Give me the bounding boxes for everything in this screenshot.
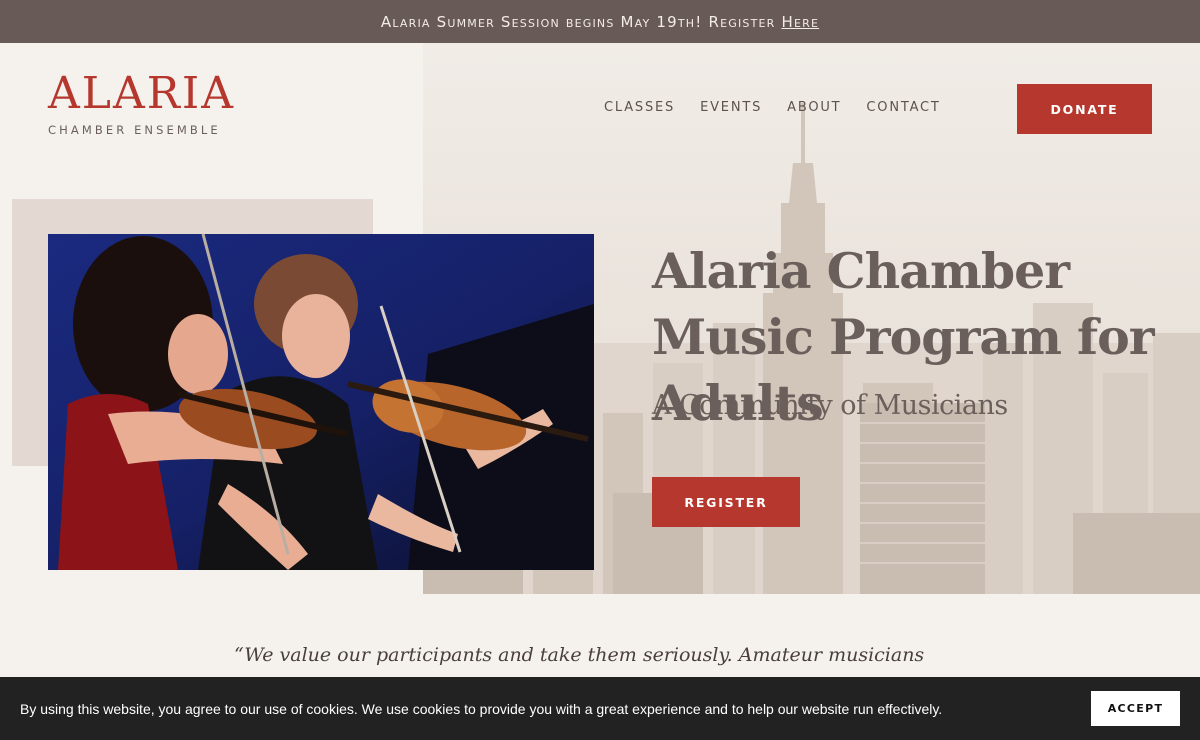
logo-subtitle: CHAMBER ENSEMBLE	[48, 123, 221, 137]
nav-item-contact[interactable]: CONTACT	[866, 100, 940, 115]
cookie-message: By using this website, you agree to our …	[20, 700, 943, 717]
register-button[interactable]: REGISTER	[652, 477, 800, 527]
hero-subtitle: A Community of Musicians	[652, 390, 1008, 421]
nav-item-events[interactable]: EVENTS	[700, 100, 762, 115]
announcement-text: Alaria Summer Session begins May 19th! R…	[380, 12, 776, 31]
cookie-banner: By using this website, you agree to our …	[0, 677, 1200, 740]
nav-item-classes[interactable]: CLASSES	[604, 100, 675, 115]
announcement-register-link[interactable]: Here	[782, 13, 820, 31]
alaria-logo[interactable]: ALARIA CHAMBER ENSEMBLE	[48, 68, 236, 138]
logo-wordmark: ALARIA	[48, 68, 236, 119]
violinists-photo	[48, 234, 594, 570]
main-nav: CLASSES EVENTS ABOUT CONTACT	[604, 100, 941, 115]
accept-cookies-button[interactable]: ACCEPT	[1091, 691, 1180, 726]
violinists-illustration	[48, 234, 594, 570]
nav-item-about[interactable]: ABOUT	[787, 100, 841, 115]
announcement-bar: Alaria Summer Session begins May 19th! R…	[0, 0, 1200, 43]
donate-button[interactable]: DONATE	[1017, 84, 1152, 134]
